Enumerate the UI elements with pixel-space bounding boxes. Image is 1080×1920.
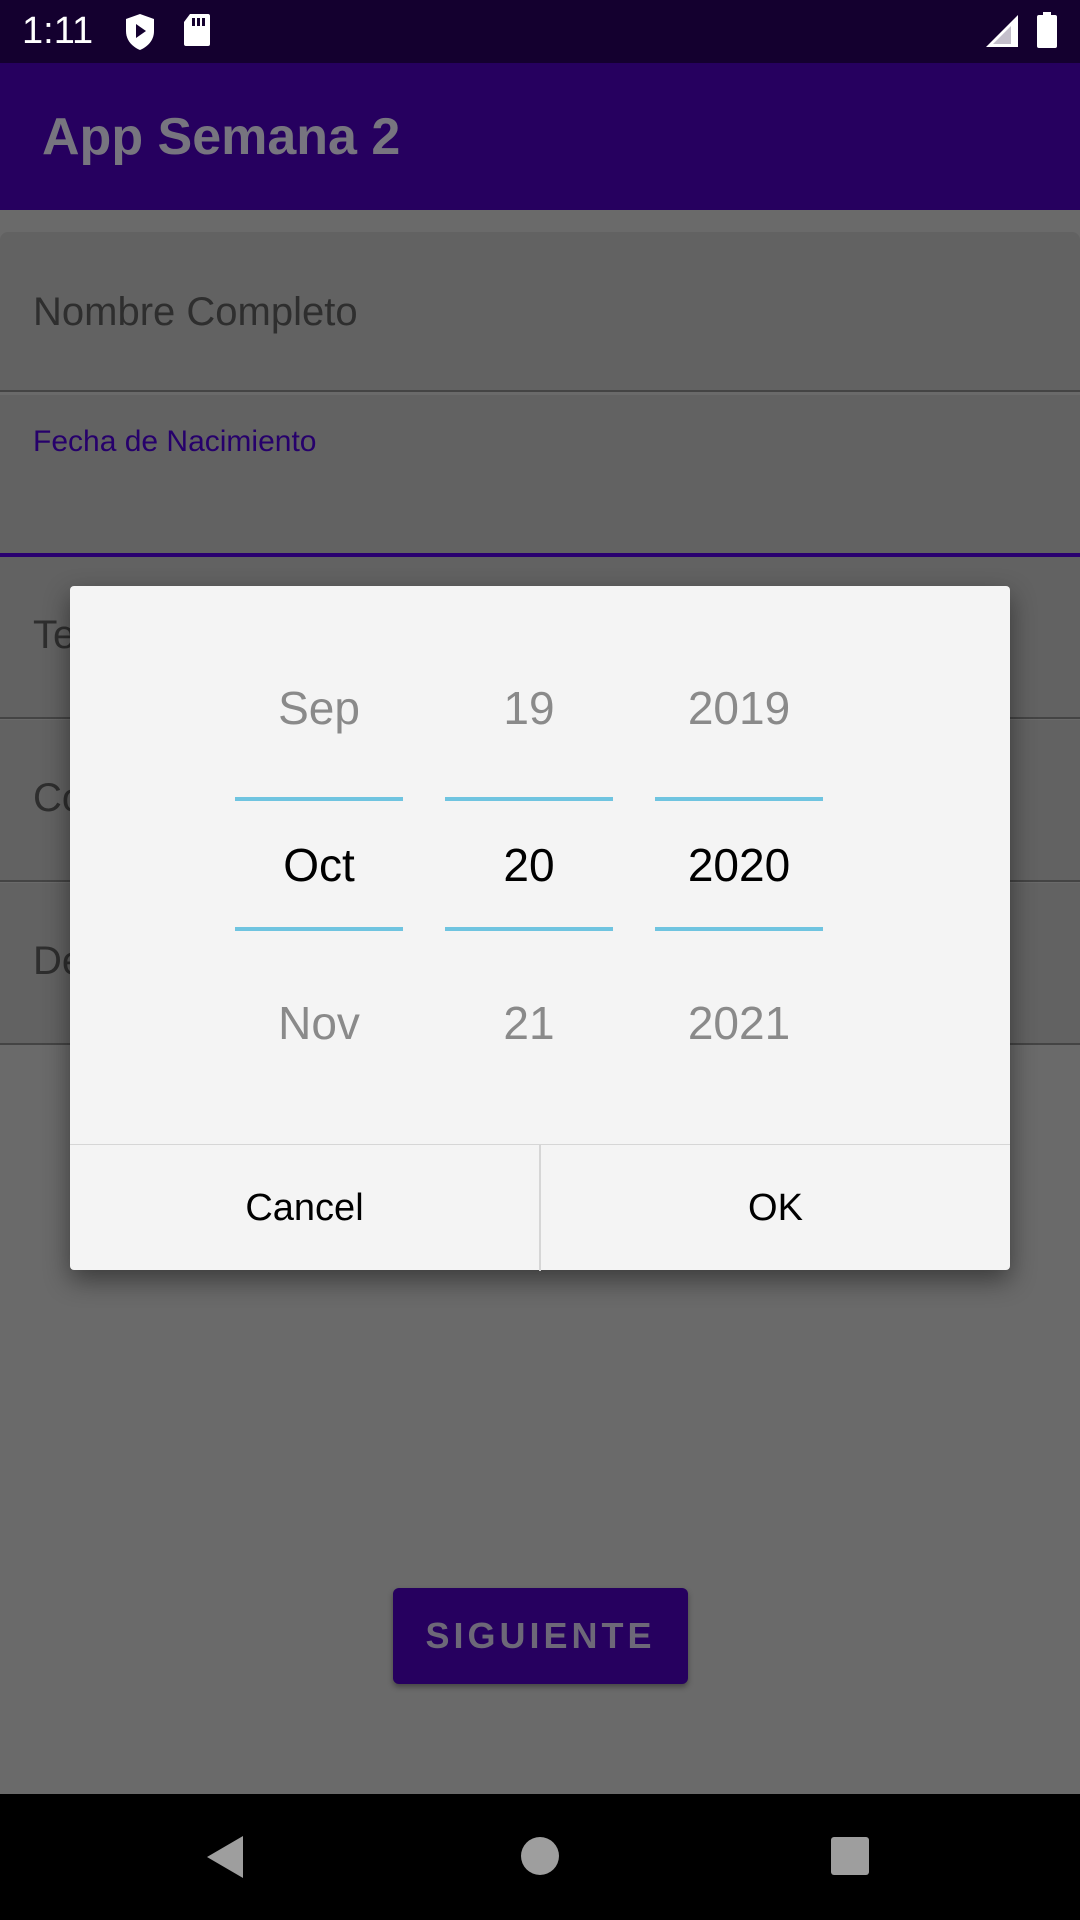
birth-date-label: Fecha de Nacimiento [33, 425, 317, 458]
year-divider-top [655, 797, 823, 801]
navigation-bar [0, 1794, 1080, 1920]
battery-icon [1037, 12, 1057, 48]
play-protect-icon [126, 14, 154, 50]
month-prev[interactable]: Sep [235, 681, 403, 735]
sd-card-icon [184, 14, 210, 46]
date-picker-dialog: Sep Oct Nov 19 20 21 2019 2020 2021 Canc… [70, 586, 1010, 1271]
recents-icon[interactable] [830, 1836, 870, 1876]
month-next[interactable]: Nov [235, 996, 403, 1050]
full-name-field[interactable]: Nombre Completo [0, 232, 1080, 392]
status-time: 1:11 [22, 10, 94, 52]
back-icon[interactable] [205, 1834, 245, 1880]
year-current[interactable]: 2020 [655, 838, 823, 892]
home-icon[interactable] [520, 1836, 560, 1876]
month-current[interactable]: Oct [235, 838, 403, 892]
phone-field-label: Te [33, 613, 76, 657]
year-divider-bottom [655, 927, 823, 931]
next-button[interactable]: SIGUIENTE [393, 1588, 688, 1684]
full-name-placeholder: Nombre Completo [33, 290, 358, 334]
year-picker[interactable]: 2019 2020 2021 [655, 586, 823, 1146]
month-divider-bottom [235, 927, 403, 931]
status-bar: 1:11 [0, 0, 1080, 63]
cancel-button[interactable]: Cancel [70, 1145, 539, 1271]
day-divider-top [445, 797, 613, 801]
year-next[interactable]: 2021 [655, 996, 823, 1050]
cell-signal-icon [986, 15, 1018, 47]
day-current[interactable]: 20 [445, 838, 613, 892]
month-divider-top [235, 797, 403, 801]
app-title: App Semana 2 [42, 108, 401, 166]
birth-date-field[interactable]: Fecha de Nacimiento [0, 395, 1080, 557]
year-prev[interactable]: 2019 [655, 681, 823, 735]
dialog-button-row: Cancel OK [70, 1144, 1010, 1271]
day-next[interactable]: 21 [445, 996, 613, 1050]
ok-button[interactable]: OK [541, 1145, 1010, 1271]
day-picker[interactable]: 19 20 21 [445, 586, 613, 1146]
day-divider-bottom [445, 927, 613, 931]
month-picker[interactable]: Sep Oct Nov [235, 586, 403, 1146]
day-prev[interactable]: 19 [445, 681, 613, 735]
app-bar: App Semana 2 [0, 63, 1080, 210]
